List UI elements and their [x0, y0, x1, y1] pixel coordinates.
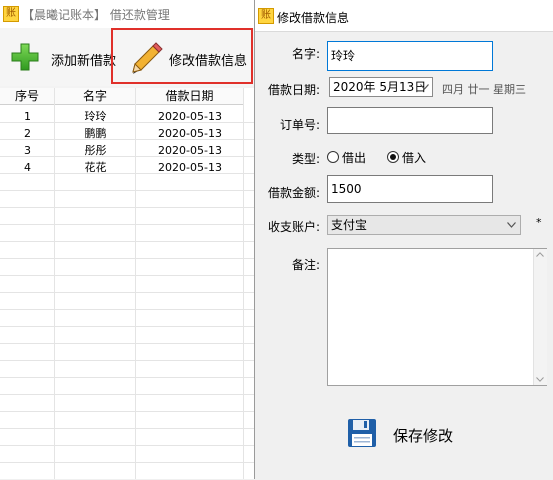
row-line — [0, 343, 255, 344]
cell-date: 2020-05-13 — [158, 144, 222, 157]
save-button[interactable]: 保存修改 — [343, 414, 463, 452]
row-line — [0, 326, 255, 327]
row-line — [0, 411, 255, 412]
column-header-index[interactable]: 序号 — [0, 88, 55, 105]
row-line — [0, 275, 255, 276]
name-input[interactable]: 玲玲 — [327, 41, 493, 71]
row-line — [0, 224, 255, 225]
name-label: 名字: — [291, 47, 320, 61]
cell-date: 2020-05-13 — [158, 127, 222, 140]
type-option-borrow-label: 借入 — [402, 151, 427, 165]
cell-index: 1 — [24, 110, 31, 123]
cell-index: 2 — [24, 127, 31, 140]
account-select[interactable]: 支付宝 — [327, 215, 521, 235]
plus-icon — [11, 43, 39, 71]
column-header-name[interactable]: 名字 — [55, 88, 136, 105]
scroll-up-icon — [536, 252, 544, 257]
row-line — [0, 445, 255, 446]
loan-table[interactable]: 序号 名字 借款日期 1 玲玲 2020-05-13 2 鹏鹏 2020-05-… — [0, 88, 255, 479]
cell-index: 3 — [24, 144, 31, 157]
account-value: 支付宝 — [331, 218, 368, 232]
note-scrollbar[interactable] — [533, 249, 547, 385]
row-line — [0, 428, 255, 429]
highlight-box — [111, 28, 253, 84]
edit-loan-dialog: 账 修改借款信息 名字: 玲玲 借款日期: 2020年 5月13日 四月 廿一 … — [254, 0, 553, 480]
required-marker: * — [536, 216, 542, 229]
main-window-title: 【晨曦记账本】 借还款管理 — [22, 8, 170, 22]
cell-index: 4 — [24, 161, 31, 174]
app-logo-icon: 账 — [258, 8, 274, 24]
dialog-title-bar: 账 修改借款信息 — [255, 0, 553, 31]
type-label: 类型: — [291, 152, 320, 166]
order-label: 订单号: — [279, 118, 320, 132]
note-textarea[interactable] — [327, 248, 547, 386]
floppy-disk-icon — [348, 419, 376, 447]
table-row[interactable]: 4 花花 2020-05-13 — [0, 159, 255, 176]
row-line — [0, 360, 255, 361]
cell-name: 玲玲 — [84, 110, 107, 123]
type-option-lend-label: 借出 — [342, 151, 367, 165]
note-label: 备注: — [291, 258, 320, 272]
amount-input[interactable]: 1500 — [327, 175, 493, 203]
row-line — [0, 377, 255, 378]
row-line — [0, 258, 255, 259]
row-line — [0, 462, 255, 463]
type-radio-lend[interactable]: 借出 — [327, 149, 387, 165]
cell-name: 花花 — [84, 161, 107, 174]
cell-date: 2020-05-13 — [158, 161, 222, 174]
save-button-label: 保存修改 — [393, 427, 454, 445]
row-line — [0, 207, 255, 208]
table-row[interactable]: 3 彤彤 2020-05-13 — [0, 142, 255, 159]
scroll-down-icon — [536, 377, 544, 382]
cell-name: 彤彤 — [84, 144, 107, 157]
order-input[interactable] — [327, 107, 493, 134]
chevron-down-icon — [507, 222, 516, 228]
radio-button — [327, 151, 339, 163]
row-line — [0, 190, 255, 191]
date-picker[interactable]: 2020年 5月13日 — [329, 77, 433, 97]
column-header-date[interactable]: 借款日期 — [136, 88, 244, 105]
table-row[interactable]: 1 玲玲 2020-05-13 — [0, 108, 255, 125]
app-logo-icon: 账 — [3, 6, 19, 22]
dialog-title: 修改借款信息 — [277, 11, 350, 25]
account-label: 收支账户: — [267, 220, 320, 234]
dialog-body: 名字: 玲玲 借款日期: 2020年 5月13日 四月 廿一 星期三 订单号: … — [255, 31, 553, 480]
date-value: 2020年 5月13日 — [333, 80, 427, 94]
add-loan-button[interactable]: 添加新借款 — [6, 38, 116, 78]
chevron-down-icon — [420, 84, 429, 90]
date-label: 借款日期: — [267, 83, 320, 97]
row-line — [0, 241, 255, 242]
table-row[interactable]: 2 鹏鹏 2020-05-13 — [0, 125, 255, 142]
row-line — [0, 292, 255, 293]
add-loan-label: 添加新借款 — [51, 54, 117, 69]
amount-label: 借款金额: — [267, 186, 320, 200]
row-line — [0, 309, 255, 310]
lunar-date-text: 四月 廿一 星期三 — [442, 83, 526, 96]
cell-name: 鹏鹏 — [84, 127, 107, 140]
radio-button-selected — [387, 151, 399, 163]
cell-date: 2020-05-13 — [158, 110, 222, 123]
type-radio-borrow[interactable]: 借入 — [387, 149, 447, 165]
row-line — [0, 394, 255, 395]
